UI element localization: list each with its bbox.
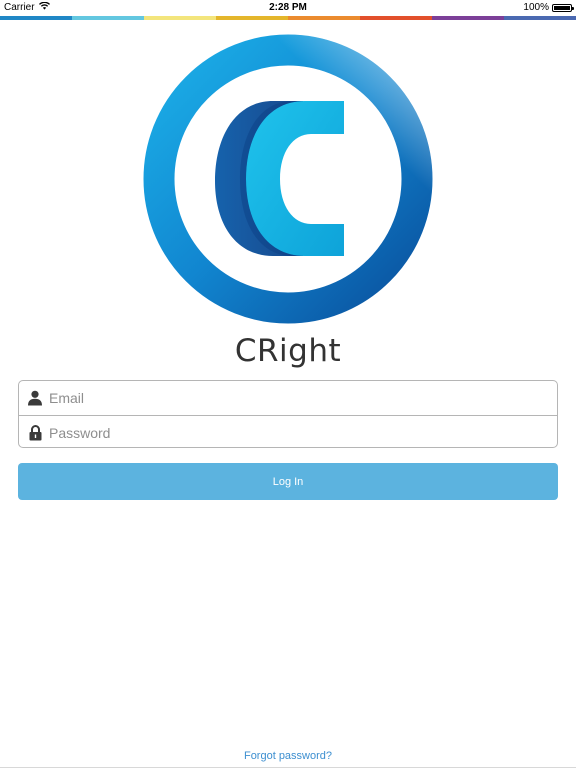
status-time: 2:28 PM xyxy=(269,2,307,13)
email-field-row xyxy=(19,381,557,415)
stripe-segment xyxy=(288,16,360,20)
color-stripe xyxy=(0,16,576,20)
login-button[interactable]: Log In xyxy=(18,463,558,500)
user-icon xyxy=(21,390,49,406)
stripe-segment xyxy=(504,16,576,20)
lock-icon xyxy=(21,424,49,441)
status-right: 100% xyxy=(523,2,574,13)
stripe-segment xyxy=(0,16,72,20)
stripe-segment xyxy=(144,16,216,20)
login-form xyxy=(18,380,558,448)
forgot-password-link[interactable]: Forgot password? xyxy=(0,750,576,762)
password-field-row xyxy=(19,415,557,449)
stripe-segment xyxy=(72,16,144,20)
password-input[interactable] xyxy=(49,424,529,441)
stripe-segment xyxy=(360,16,432,20)
stripe-segment xyxy=(432,16,504,20)
copyright-logo-icon xyxy=(143,34,433,324)
app-title: CRight xyxy=(234,333,342,369)
stripe-segment xyxy=(216,16,288,20)
email-input[interactable] xyxy=(49,390,529,406)
battery-fill xyxy=(554,5,570,10)
login-screen: Carrier 2:28 PM 100% CRight Email Log In… xyxy=(0,0,576,768)
battery-percent: 100% xyxy=(523,2,549,13)
battery-icon xyxy=(552,3,574,12)
status-bar: Carrier 2:28 PM 100% xyxy=(0,0,576,16)
